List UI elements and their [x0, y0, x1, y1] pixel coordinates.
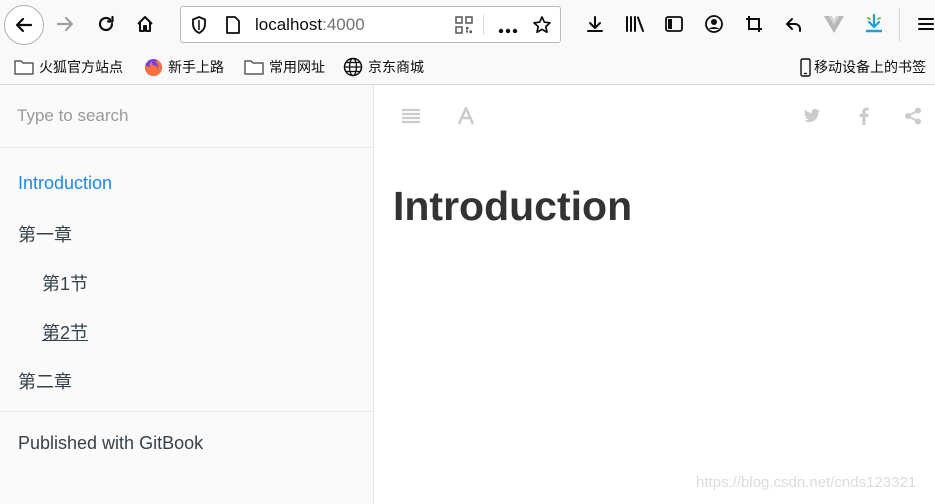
- browser-toolbar: localhost:4000: [0, 0, 935, 50]
- page-title: Introduction: [393, 183, 633, 229]
- url-bar[interactable]: localhost:4000: [180, 6, 561, 43]
- url-bar-divider: [483, 15, 484, 35]
- menu-icon[interactable]: [909, 7, 935, 41]
- facebook-icon[interactable]: [859, 105, 869, 127]
- book-header: [374, 85, 935, 147]
- reload-icon[interactable]: [89, 7, 123, 41]
- page-icon[interactable]: [225, 15, 241, 40]
- font-icon[interactable]: [457, 105, 475, 127]
- bookmark-label: 京东商城: [368, 59, 424, 75]
- twitter-icon[interactable]: [803, 105, 821, 127]
- vue-devtools-icon[interactable]: [817, 7, 851, 41]
- undo-icon[interactable]: [777, 7, 811, 41]
- bookmark-item[interactable]: 火狐官方站点: [14, 57, 123, 77]
- more-icon[interactable]: [498, 21, 518, 39]
- toc-icon[interactable]: [401, 105, 421, 127]
- book-body: Introduction https://blog.csdn.net/cnds1…: [374, 85, 935, 504]
- folder-icon: [244, 59, 264, 75]
- globe-icon: [343, 57, 363, 77]
- nav-item-chapter-1[interactable]: 第一章: [18, 221, 72, 247]
- star-icon[interactable]: [532, 15, 552, 40]
- nav-item-section-1[interactable]: 第1节: [42, 270, 88, 296]
- nav-item-section-2[interactable]: 第2节: [42, 319, 88, 345]
- account-icon[interactable]: [697, 7, 731, 41]
- library-icon[interactable]: [618, 7, 652, 41]
- sidebar-icon[interactable]: [657, 7, 691, 41]
- nav-item-chapter-2[interactable]: 第二章: [18, 368, 72, 394]
- bookmark-item[interactable]: 新手上路: [144, 57, 224, 77]
- folder-icon: [14, 59, 34, 75]
- forward-icon[interactable]: [48, 7, 82, 41]
- search-input[interactable]: [0, 85, 373, 147]
- published-with-gitbook-link[interactable]: Published with GitBook: [18, 433, 203, 454]
- mobile-icon: [800, 57, 811, 77]
- home-icon[interactable]: [128, 7, 162, 41]
- bookmark-label: 火狐官方站点: [39, 59, 123, 75]
- extension-download-icon[interactable]: [857, 7, 891, 41]
- firefox-icon: [144, 58, 163, 77]
- qr-code-icon[interactable]: [454, 15, 474, 40]
- bookmark-label: 常用网址: [269, 59, 325, 75]
- crop-icon[interactable]: [737, 7, 771, 41]
- back-icon[interactable]: [4, 5, 44, 45]
- bookmark-item[interactable]: 京东商城: [343, 57, 424, 77]
- nav-item-introduction[interactable]: Introduction: [18, 173, 112, 194]
- bookmark-label: 新手上路: [168, 59, 224, 75]
- bookmarks-bar: 火狐官方站点 新手上路 常用网址 京东商城 移动设备上的书签: [0, 50, 935, 85]
- mobile-bookmarks-label: 移动设备上的书签: [814, 59, 926, 75]
- bookmark-item[interactable]: 常用网址: [244, 57, 325, 77]
- download-icon[interactable]: [578, 7, 612, 41]
- shield-icon[interactable]: [190, 15, 208, 40]
- share-icon[interactable]: [904, 105, 922, 127]
- book-summary-sidebar: Introduction 第一章 第1节 第2节 第二章 Published w…: [0, 85, 374, 504]
- mobile-bookmarks[interactable]: 移动设备上的书签: [800, 57, 926, 77]
- search-box: [0, 85, 373, 148]
- toolbar-divider: [899, 8, 900, 42]
- watermark: https://blog.csdn.net/cnds123321: [696, 474, 917, 491]
- url-text[interactable]: localhost:4000: [255, 15, 365, 35]
- nav-divider: [0, 411, 373, 412]
